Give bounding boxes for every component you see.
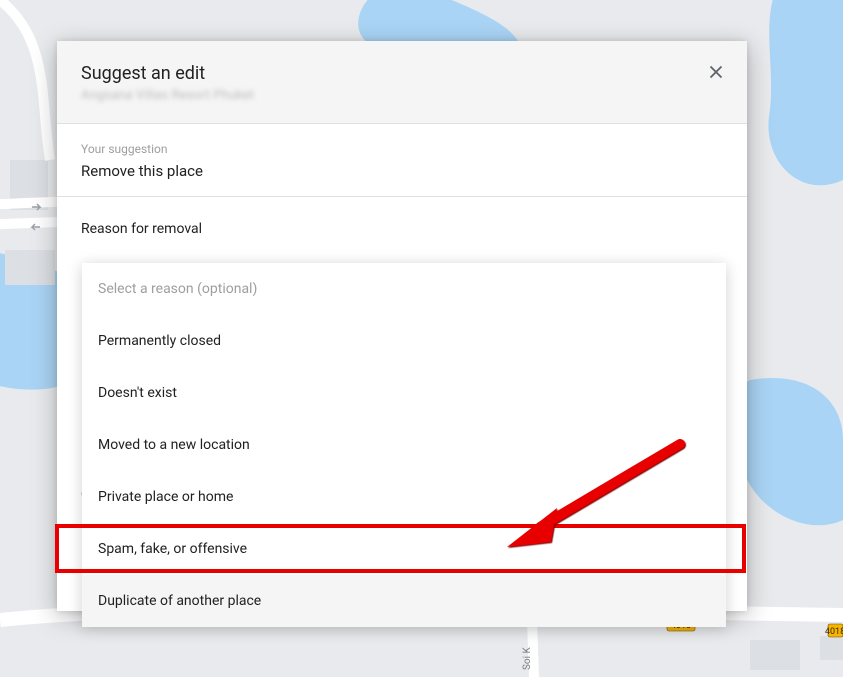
dialog-title: Suggest an edit [81, 63, 723, 84]
reason-option-permanently-closed[interactable]: Permanently closed [82, 315, 726, 367]
reason-option-moved[interactable]: Moved to a new location [82, 419, 726, 471]
your-suggestion-value: Remove this place [81, 162, 723, 180]
dialog-header: Suggest an edit Angsana Villas Resort Ph… [57, 41, 747, 124]
reason-option-private-place[interactable]: Private place or home [82, 471, 726, 523]
dialog-subtitle: Angsana Villas Resort Phuket [81, 88, 723, 103]
reason-option-duplicate[interactable]: Duplicate of another place [82, 575, 726, 627]
reason-option-placeholder: Select a reason (optional) [82, 263, 726, 315]
suggest-edit-dialog[interactable]: Suggest an edit Angsana Villas Resort Ph… [57, 41, 747, 611]
reason-section: Reason for removal G Select a reason (op… [57, 197, 747, 547]
reason-option-spam[interactable]: Spam, fake, or offensive [82, 523, 726, 575]
close-button[interactable] [705, 61, 727, 83]
road-shield-3: 4018 [825, 627, 843, 637]
your-suggestion-section: Your suggestion Remove this place [57, 124, 747, 197]
your-suggestion-label: Your suggestion [81, 142, 723, 156]
reason-dropdown[interactable]: Select a reason (optional) Permanently c… [82, 263, 726, 627]
close-icon [705, 61, 727, 83]
reason-title: Reason for removal [81, 221, 723, 237]
street-label: Soi K [522, 646, 533, 670]
reason-option-doesnt-exist[interactable]: Doesn't exist [82, 367, 726, 419]
